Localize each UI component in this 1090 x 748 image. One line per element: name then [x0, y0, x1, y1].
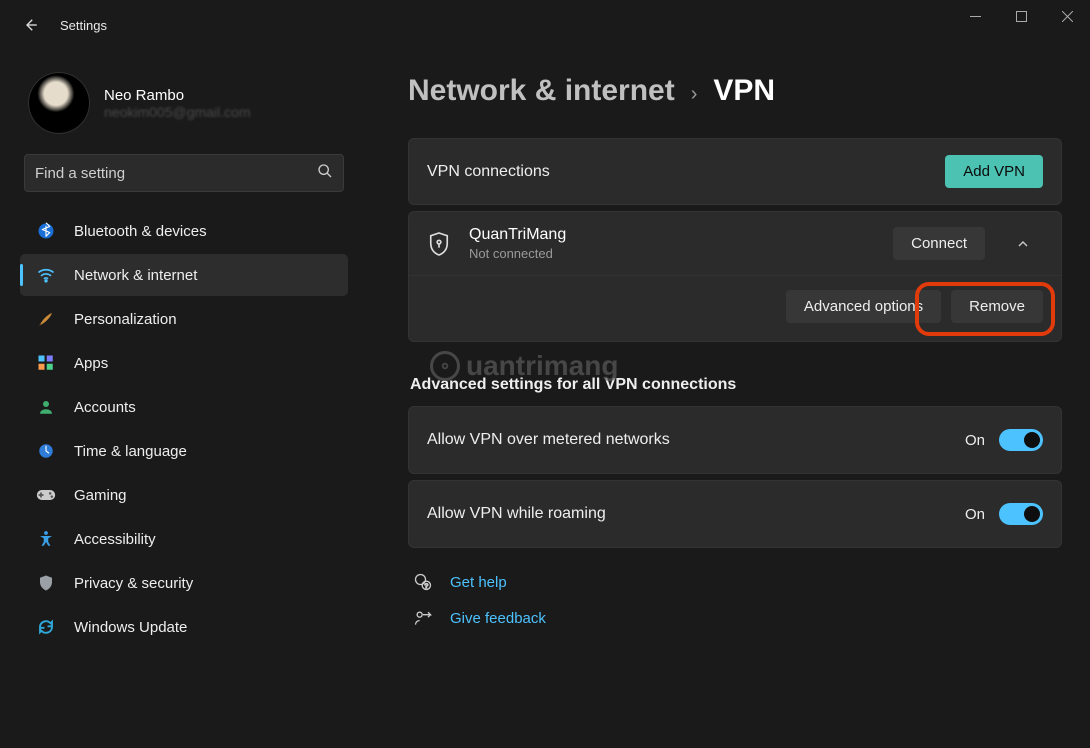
watermark-text: uantrimang: [466, 350, 618, 382]
sidebar-nav: Bluetooth & devices Network & internet P…: [20, 210, 348, 648]
back-button[interactable]: [8, 3, 52, 47]
vpn-connections-label: VPN connections: [427, 163, 945, 181]
toggle-switch-roaming[interactable]: [999, 503, 1043, 525]
update-icon: [36, 617, 56, 637]
sidebar-item-label: Bluetooth & devices: [74, 223, 207, 240]
svg-text:?: ?: [424, 583, 428, 590]
breadcrumb-current: VPN: [713, 74, 775, 108]
search-input[interactable]: [35, 165, 317, 182]
vpn-connection-header[interactable]: QuanTriMang Not connected Connect: [409, 212, 1061, 275]
shield-icon: [36, 573, 56, 593]
avatar: [28, 72, 90, 134]
toggle-state: On: [965, 506, 985, 523]
sidebar-item-label: Privacy & security: [74, 575, 193, 592]
search-box[interactable]: [24, 154, 344, 192]
close-button[interactable]: [1044, 0, 1090, 32]
toggle-state: On: [965, 432, 985, 449]
sidebar-item-label: Network & internet: [74, 267, 197, 284]
give-feedback-link[interactable]: Give feedback: [412, 608, 1062, 628]
breadcrumb: Network & internet › VPN: [408, 74, 1062, 108]
toggle-label: Allow VPN while roaming: [427, 505, 965, 523]
watermark-logo-icon: [430, 351, 460, 381]
profile-name: Neo Rambo: [104, 87, 251, 104]
sidebar-item-update[interactable]: Windows Update: [20, 606, 348, 648]
brush-icon: [36, 309, 56, 329]
vpn-connection-actions: Advanced options Remove: [409, 275, 1061, 341]
sidebar-item-accounts[interactable]: Accounts: [20, 386, 348, 428]
watermark: uantrimang: [430, 350, 618, 382]
vpn-connection-card: QuanTriMang Not connected Connect Advanc…: [408, 211, 1062, 342]
sidebar-item-gaming[interactable]: Gaming: [20, 474, 348, 516]
back-arrow-icon: [21, 16, 39, 34]
toggle-label: Allow VPN over metered networks: [427, 431, 965, 449]
sidebar-item-apps[interactable]: Apps: [20, 342, 348, 384]
remove-button[interactable]: Remove: [951, 290, 1043, 323]
accessibility-icon: [36, 529, 56, 549]
profile-email: neokim005@gmail.com: [104, 104, 251, 120]
advanced-options-button[interactable]: Advanced options: [786, 290, 941, 323]
connect-button[interactable]: Connect: [893, 227, 985, 260]
sidebar-item-privacy[interactable]: Privacy & security: [20, 562, 348, 604]
search-icon: [317, 163, 333, 184]
wifi-icon: [36, 265, 56, 285]
link-label: Get help: [450, 574, 507, 591]
toggle-card-roaming: Allow VPN while roaming On: [408, 480, 1062, 548]
footer-links: ? Get help Give feedback: [408, 572, 1062, 628]
sidebar-item-time-language[interactable]: Time & language: [20, 430, 348, 472]
help-icon: ?: [412, 572, 434, 592]
sidebar-item-label: Accounts: [74, 399, 136, 416]
person-icon: [36, 397, 56, 417]
gamepad-icon: [36, 485, 56, 505]
main-content: Network & internet › VPN VPN connections…: [380, 50, 1090, 748]
get-help-link[interactable]: ? Get help: [412, 572, 1062, 592]
window-controls: [952, 0, 1090, 32]
sidebar-item-label: Apps: [74, 355, 108, 372]
sidebar-item-label: Gaming: [74, 487, 127, 504]
link-label: Give feedback: [450, 610, 546, 627]
sidebar-item-label: Personalization: [74, 311, 177, 328]
vpn-shield-icon: [427, 231, 451, 257]
vpn-status: Not connected: [469, 246, 875, 261]
chevron-up-icon[interactable]: [1003, 236, 1043, 252]
sidebar-item-accessibility[interactable]: Accessibility: [20, 518, 348, 560]
maximize-button[interactable]: [998, 0, 1044, 32]
breadcrumb-parent[interactable]: Network & internet: [408, 74, 675, 108]
globe-clock-icon: [36, 441, 56, 461]
add-vpn-button[interactable]: Add VPN: [945, 155, 1043, 188]
sidebar: Neo Rambo neokim005@gmail.com Bluetooth …: [0, 50, 360, 748]
profile-block[interactable]: Neo Rambo neokim005@gmail.com: [20, 58, 348, 154]
sidebar-item-network[interactable]: Network & internet: [20, 254, 348, 296]
minimize-button[interactable]: [952, 0, 998, 32]
feedback-icon: [412, 608, 434, 628]
window-title: Settings: [60, 18, 107, 33]
bluetooth-icon: [36, 221, 56, 241]
titlebar: Settings: [0, 0, 1090, 50]
vpn-name: QuanTriMang: [469, 226, 875, 244]
sidebar-item-label: Windows Update: [74, 619, 187, 636]
sidebar-item-label: Accessibility: [74, 531, 156, 548]
sidebar-item-bluetooth[interactable]: Bluetooth & devices: [20, 210, 348, 252]
vpn-connections-header-card: VPN connections Add VPN: [408, 138, 1062, 205]
chevron-right-icon: ›: [691, 83, 698, 106]
toggle-switch-metered[interactable]: [999, 429, 1043, 451]
sidebar-item-personalization[interactable]: Personalization: [20, 298, 348, 340]
sidebar-item-label: Time & language: [74, 443, 187, 460]
apps-icon: [36, 353, 56, 373]
toggle-card-metered: Allow VPN over metered networks On: [408, 406, 1062, 474]
